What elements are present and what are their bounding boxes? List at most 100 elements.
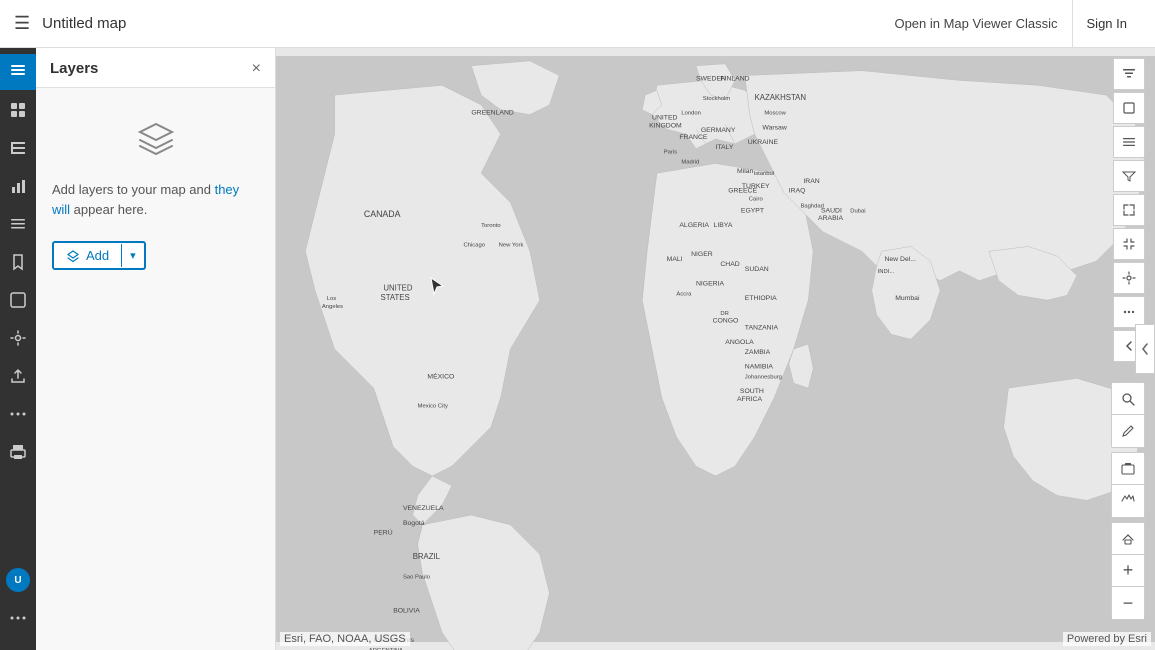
svg-text:New Del...: New Del... bbox=[884, 256, 916, 263]
svg-text:Johannesburg: Johannesburg bbox=[745, 374, 782, 380]
menu-icon[interactable]: ☰ bbox=[14, 13, 30, 34]
map-home-zoom-group: + − bbox=[1111, 522, 1145, 620]
svg-text:CHAD: CHAD bbox=[720, 261, 739, 268]
svg-text:Dubai: Dubai bbox=[850, 208, 865, 214]
sidebar-item-more[interactable] bbox=[0, 396, 36, 432]
svg-text:UNITED: UNITED bbox=[652, 114, 677, 121]
svg-text:UKRAINE: UKRAINE bbox=[748, 139, 779, 146]
map-svg: CANADA UNITED STATES MÉXICO Mexico City … bbox=[276, 48, 1155, 650]
svg-text:BOLIVIA: BOLIVIA bbox=[393, 608, 420, 615]
layers-hint-link[interactable]: they will bbox=[52, 182, 239, 217]
svg-text:ZAMBIA: ZAMBIA bbox=[745, 349, 771, 356]
add-layers-icon bbox=[66, 249, 80, 263]
svg-text:CANADA: CANADA bbox=[364, 209, 401, 219]
sidebar-item-export[interactable] bbox=[0, 358, 36, 394]
map-bottom-controls: + − bbox=[1111, 382, 1145, 620]
svg-text:ETHIOPIA: ETHIOPIA bbox=[745, 295, 777, 302]
svg-text:EGYPT: EGYPT bbox=[741, 207, 765, 214]
sidebar-top bbox=[0, 54, 36, 562]
layers-stack-icon bbox=[136, 120, 176, 164]
svg-text:KAZAKHSTAN: KAZAKHSTAN bbox=[755, 93, 806, 102]
svg-text:ITALY: ITALY bbox=[716, 144, 734, 151]
sidebar-item-settings[interactable] bbox=[0, 320, 36, 356]
svg-text:BRAZIL: BRAZIL bbox=[413, 552, 441, 561]
svg-text:New York: New York bbox=[499, 242, 524, 248]
svg-text:AFRICA: AFRICA bbox=[737, 396, 762, 403]
sidebar-item-print[interactable] bbox=[0, 434, 36, 470]
svg-text:NIGER: NIGER bbox=[691, 251, 713, 258]
map-zoom-in-button[interactable]: + bbox=[1112, 555, 1144, 587]
sidebar-item-table[interactable] bbox=[0, 130, 36, 166]
svg-text:Mexico City: Mexico City bbox=[418, 404, 448, 410]
add-button[interactable]: Add bbox=[54, 243, 121, 268]
sidebar-item-layers[interactable] bbox=[0, 54, 36, 90]
map-filter-top-button[interactable] bbox=[1113, 58, 1145, 90]
panel-header: Layers × bbox=[36, 48, 275, 88]
add-dropdown-button[interactable]: ▾ bbox=[121, 244, 144, 267]
svg-text:Warsaw: Warsaw bbox=[762, 124, 786, 131]
svg-text:Sao Paulo: Sao Paulo bbox=[403, 575, 431, 581]
sidebar-item-select[interactable] bbox=[0, 282, 36, 318]
layers-panel: Layers × Add layers to your map and they… bbox=[36, 48, 276, 650]
svg-text:MÉXICO: MÉXICO bbox=[427, 371, 454, 380]
map-zoom-out-button[interactable]: − bbox=[1112, 587, 1144, 619]
map-title: Untitled map bbox=[42, 15, 126, 32]
svg-text:MALI: MALI bbox=[667, 256, 683, 263]
sidebar-item-more-bottom[interactable] bbox=[0, 600, 36, 636]
sidebar-bottom: U bbox=[0, 562, 36, 636]
panel-title: Layers bbox=[50, 60, 98, 77]
add-button-group[interactable]: Add ▾ bbox=[52, 241, 146, 270]
map-collapse-button[interactable] bbox=[1113, 228, 1145, 260]
svg-text:STATES: STATES bbox=[381, 293, 410, 302]
map-area[interactable]: CANADA UNITED STATES MÉXICO Mexico City … bbox=[276, 48, 1155, 650]
svg-text:IRAN: IRAN bbox=[803, 178, 819, 185]
map-layers-ctrl-button[interactable] bbox=[1113, 126, 1145, 158]
svg-text:VENEZUELA: VENEZUELA bbox=[403, 505, 444, 512]
main-area: U Layers × bbox=[0, 48, 1155, 650]
sidebar-item-basemap[interactable] bbox=[0, 92, 36, 128]
map-home-button[interactable] bbox=[1112, 523, 1144, 555]
svg-text:Chicago: Chicago bbox=[464, 242, 486, 248]
open-classic-button[interactable]: Open in Map Viewer Classic bbox=[880, 0, 1072, 48]
map-search-draw-group bbox=[1111, 382, 1145, 448]
svg-text:GREECE: GREECE bbox=[728, 188, 757, 195]
svg-text:SOUTH: SOUTH bbox=[740, 388, 764, 395]
svg-text:LIBYA: LIBYA bbox=[714, 222, 733, 229]
map-zoom-extent-button[interactable] bbox=[1113, 92, 1145, 124]
sidebar-item-charts[interactable] bbox=[0, 168, 36, 204]
svg-text:Madrid: Madrid bbox=[681, 159, 699, 165]
svg-text:NAMIBIA: NAMIBIA bbox=[745, 364, 774, 371]
svg-text:FINLAND: FINLAND bbox=[720, 75, 749, 82]
svg-text:Los: Los bbox=[327, 296, 337, 302]
sidebar-item-list[interactable] bbox=[0, 206, 36, 242]
avatar: U bbox=[6, 568, 30, 592]
map-screenshot-button[interactable] bbox=[1112, 453, 1144, 485]
sidebar-item-user[interactable]: U bbox=[0, 562, 36, 598]
svg-text:KINGDOM: KINGDOM bbox=[649, 122, 682, 129]
panel-close-button[interactable]: × bbox=[252, 61, 261, 77]
map-expand-button[interactable] bbox=[1113, 194, 1145, 226]
add-label: Add bbox=[86, 248, 109, 263]
svg-text:Angeles: Angeles bbox=[322, 304, 343, 310]
map-filter-button[interactable] bbox=[1113, 160, 1145, 192]
svg-text:GERMANY: GERMANY bbox=[701, 127, 736, 134]
map-draw-button[interactable] bbox=[1112, 415, 1144, 447]
sidebar-item-bookmarks[interactable] bbox=[0, 244, 36, 280]
expand-panel-button[interactable] bbox=[1135, 324, 1155, 374]
svg-text:Milan: Milan bbox=[737, 168, 754, 175]
svg-text:ARABIA: ARABIA bbox=[818, 215, 843, 222]
map-search-button[interactable] bbox=[1112, 383, 1144, 415]
svg-text:Moscow: Moscow bbox=[764, 111, 786, 117]
svg-text:PERÚ: PERÚ bbox=[374, 528, 393, 537]
topbar-left: ☰ Untitled map bbox=[14, 13, 126, 34]
map-settings-button[interactable] bbox=[1113, 262, 1145, 294]
sign-in-button[interactable]: Sign In bbox=[1073, 0, 1141, 48]
svg-text:FRANCE: FRANCE bbox=[679, 134, 708, 141]
map-measure-button[interactable] bbox=[1112, 485, 1144, 517]
sidebar: U bbox=[0, 48, 36, 650]
svg-text:Toronto: Toronto bbox=[481, 223, 501, 229]
svg-text:SAUDI: SAUDI bbox=[821, 207, 842, 214]
svg-text:UNITED: UNITED bbox=[383, 283, 412, 292]
svg-text:ANGOLA: ANGOLA bbox=[725, 339, 754, 346]
svg-text:TANZANIA: TANZANIA bbox=[745, 324, 779, 331]
